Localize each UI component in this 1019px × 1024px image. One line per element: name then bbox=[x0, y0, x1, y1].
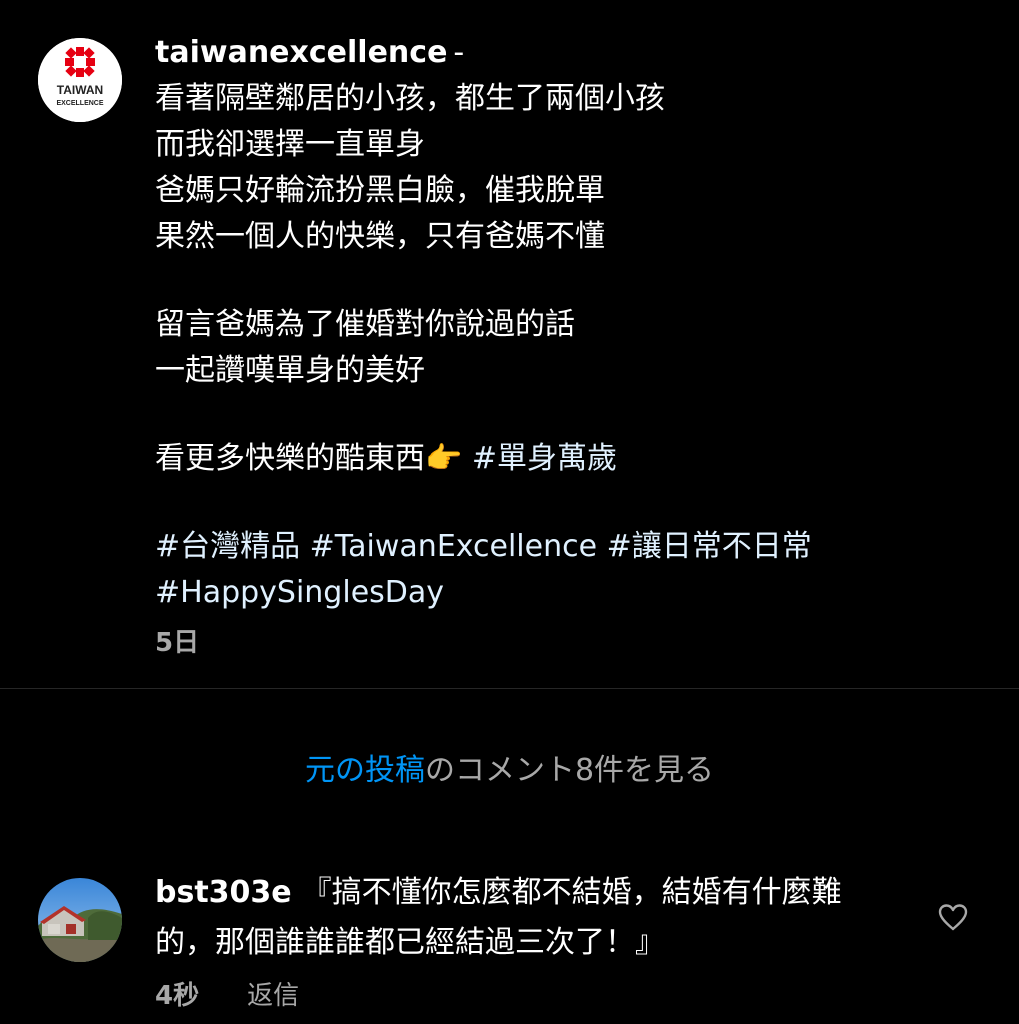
reply-button[interactable]: 返信 bbox=[247, 981, 299, 1011]
post-author-username[interactable]: taiwanexcellence bbox=[155, 35, 447, 70]
caption-line: 果然一個人的快樂，只有爸媽不懂 bbox=[155, 219, 605, 254]
comment-text-block: bst303e 『搞不懂你怎麼都不結婚，結婚有什麼難的，那個誰誰誰都已經結過三次了… bbox=[155, 868, 895, 968]
caption-header: taiwanexcellence - bbox=[155, 30, 975, 76]
hashtag-link[interactable]: #單身萬歲 bbox=[472, 441, 617, 476]
commenter-avatar[interactable] bbox=[38, 878, 122, 962]
taiwan-excellence-logo-icon: TAIWAN EXCELLENCE bbox=[38, 38, 122, 122]
caption-text: 看更多快樂的酷東西 bbox=[155, 441, 425, 476]
comment-timestamp: 4秒 bbox=[155, 981, 200, 1011]
caption-line: 留言爸媽為了催婚對你說過的話 bbox=[155, 307, 575, 342]
hashtags-line[interactable]: #台灣精品 #TaiwanExcellence #讓日常不日常 bbox=[155, 524, 975, 570]
logo-text-taiwan: TAIWAN bbox=[57, 83, 103, 97]
post-caption: taiwanexcellence - 看著隔壁鄰居的小孩，都生了兩個小孩 而我卻選… bbox=[155, 30, 975, 616]
comment-meta: 4秒 返信 bbox=[155, 975, 299, 1012]
caption-line: 一起讚嘆單身的美好 bbox=[155, 353, 425, 388]
caption-line: 看著隔壁鄰居的小孩，都生了兩個小孩 bbox=[155, 81, 665, 116]
view-comments-count-text[interactable]: のコメント8件を見る bbox=[425, 753, 714, 788]
post-timestamp: 5日 bbox=[155, 628, 200, 658]
caption-line: 看更多快樂的酷東西👉 #單身萬歲 bbox=[155, 436, 975, 482]
hashtags-line[interactable]: #HappySinglesDay bbox=[155, 570, 975, 616]
caption-line: 爸媽只好輪流扮黑白臉，催我脫單 bbox=[155, 173, 605, 208]
post-author-avatar[interactable]: TAIWAN EXCELLENCE bbox=[38, 38, 122, 122]
logo-text-excellence: EXCELLENCE bbox=[56, 100, 103, 107]
caption-line: 而我卻選擇一直單身 bbox=[155, 127, 425, 162]
like-comment-button[interactable] bbox=[937, 903, 969, 931]
heart-icon bbox=[938, 904, 968, 931]
username-separator: - bbox=[453, 35, 465, 70]
view-original-comments: 元の投稿のコメント8件を見る bbox=[0, 745, 1019, 789]
original-post-link[interactable]: 元の投稿 bbox=[305, 753, 425, 788]
commenter-username[interactable]: bst303e bbox=[155, 875, 292, 910]
section-divider bbox=[0, 688, 1019, 689]
commenter-avatar-image bbox=[38, 878, 122, 962]
pointing-hand-emoji: 👉 bbox=[425, 441, 463, 476]
post-caption-block: TAIWAN EXCELLENCE taiwanexcellence - 看著隔壁… bbox=[0, 0, 1019, 689]
